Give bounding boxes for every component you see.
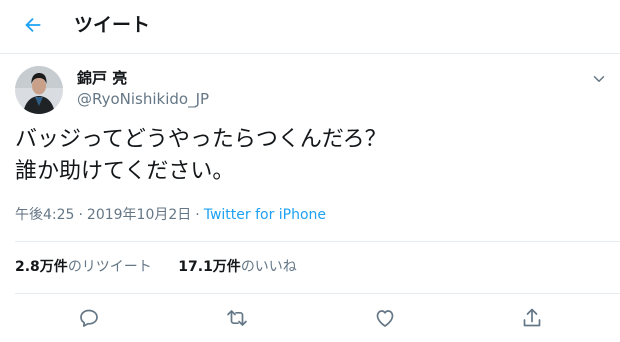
likes-stat[interactable]: 17.1万件のいいね (178, 259, 297, 275)
divider (15, 293, 620, 294)
like-icon (376, 310, 394, 327)
share-button[interactable] (520, 306, 544, 330)
reply-button[interactable] (77, 306, 101, 330)
tweet-time[interactable]: 午後4:25 (15, 207, 74, 223)
reply-icon (80, 309, 98, 327)
page-title: ツイート (74, 14, 151, 36)
like-button[interactable] (373, 306, 397, 330)
top-bar: ツイート (0, 0, 620, 54)
tweet-timestamp: 午後4:25 · 2019年10月2日 · Twitter for iPhone (15, 207, 327, 223)
tweet-actions (0, 306, 620, 330)
more-options-button[interactable] (590, 70, 608, 88)
chevron-down-icon (593, 76, 605, 82)
engagement-stats: 2.8万件のリツイート 17.1万件のいいね (15, 257, 319, 277)
retweets-count: 2.8万件 (15, 259, 68, 275)
retweets-stat[interactable]: 2.8万件のリツイート (15, 259, 152, 275)
back-button[interactable] (20, 12, 46, 38)
avatar[interactable] (15, 66, 63, 114)
retweet-button[interactable] (225, 306, 249, 330)
tweet-date[interactable]: 2019年10月2日 (87, 207, 191, 223)
retweets-label: のリツイート (67, 259, 152, 275)
share-icon (523, 308, 541, 327)
back-arrow-icon (25, 17, 41, 33)
user-name[interactable]: 錦戸 亮 (77, 68, 127, 88)
tweet-source-link[interactable]: Twitter for iPhone (204, 207, 326, 223)
tweet-text: バッジってどうやったらつくんだろ？ 誰か助けてください。 (15, 127, 387, 184)
likes-count: 17.1万件 (178, 259, 241, 275)
divider (15, 241, 620, 242)
user-handle[interactable]: @RyoNishikido_JP (77, 89, 209, 109)
retweet-icon (227, 310, 247, 326)
likes-label: のいいね (240, 259, 297, 275)
